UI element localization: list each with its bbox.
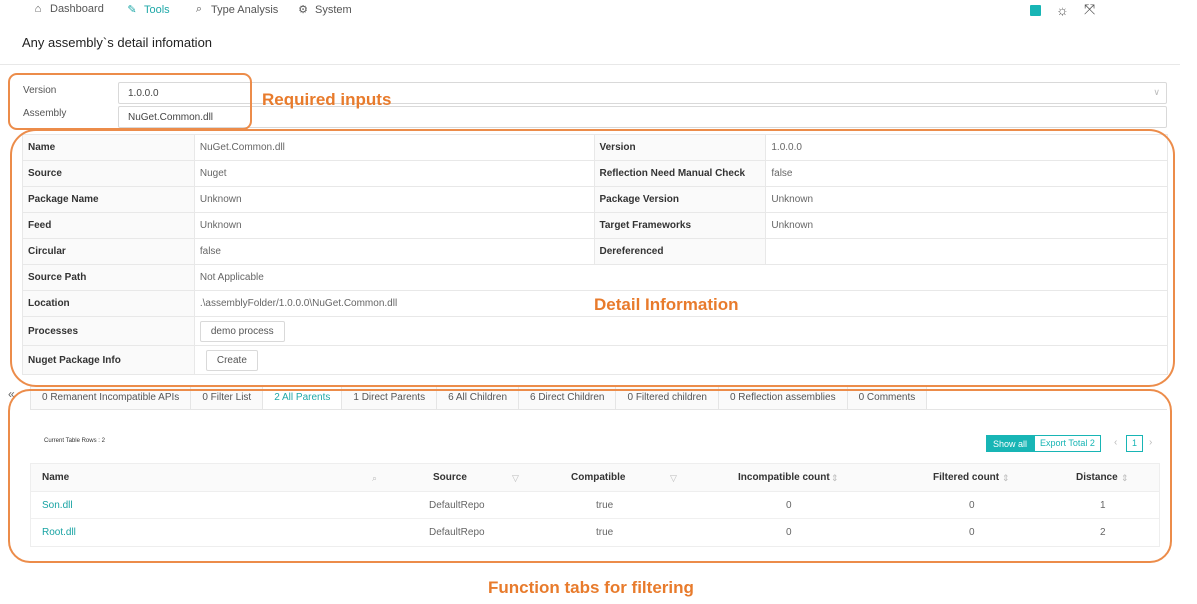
detail-information-annotation: Detail Information xyxy=(594,295,739,314)
required-inputs-annotation: Required inputs xyxy=(262,90,392,109)
nav-item-system[interactable]: ⚙ System xyxy=(297,3,352,17)
divider xyxy=(0,64,1180,65)
nav-label: Tools xyxy=(144,3,170,16)
top-nav: ⌂ Dashboard ✎ Tools ⌕ Type Analysis ⚙ Sy… xyxy=(0,0,1197,22)
search-icon: ⌕ xyxy=(195,3,203,15)
nav-label: Type Analysis xyxy=(211,3,279,16)
function-tabs-highlight xyxy=(8,389,1172,563)
wrench-icon: ✎ xyxy=(127,4,137,16)
page-title: Any assembly`s detail infomation xyxy=(22,35,213,50)
nav-label: Dashboard xyxy=(50,3,104,15)
function-tabs-annotation: Function tabs for filtering xyxy=(488,578,694,597)
nav-item-type-analysis[interactable]: ⌕ Type Analysis xyxy=(193,3,278,16)
required-inputs-highlight xyxy=(8,73,252,130)
nav-item-dashboard[interactable]: ⌂ Dashboard xyxy=(32,3,104,15)
theme-color-swatch[interactable] xyxy=(1030,5,1041,16)
nav-label: System xyxy=(315,3,352,16)
gear-icon: ⚙ xyxy=(298,4,308,16)
chevron-down-icon: ∨ xyxy=(1153,87,1160,97)
detail-information-highlight xyxy=(10,129,1175,387)
nav-item-tools[interactable]: ✎ Tools xyxy=(126,3,170,17)
home-icon: ⌂ xyxy=(34,3,42,15)
theme-toggle-icon[interactable]: ☼ xyxy=(1056,2,1069,18)
fullscreen-icon[interactable]: ⤧ xyxy=(1084,1,1095,18)
